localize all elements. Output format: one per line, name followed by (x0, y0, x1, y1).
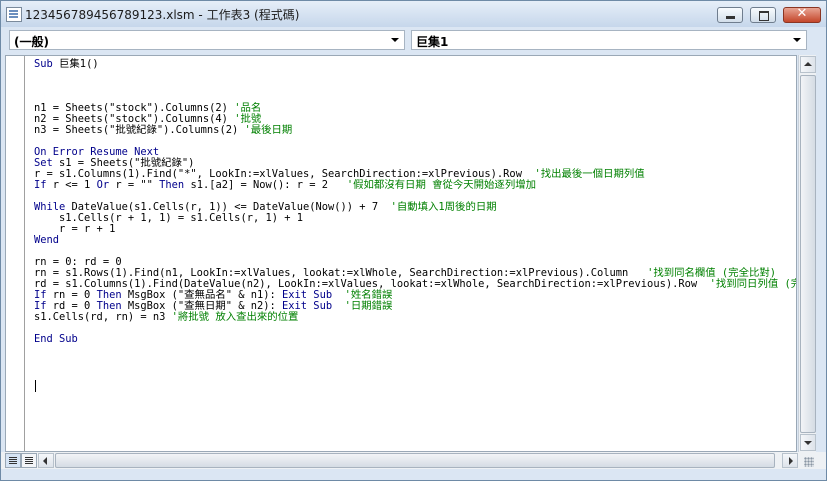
object-dropdown-value: (一般) (14, 35, 49, 49)
title-bar[interactable]: 123456789456789123.xlsm - 工作表3 (程式碼) ✕ (1, 1, 826, 27)
procedure-view-button[interactable] (5, 453, 21, 468)
code-line[interactable]: n3 = Sheets("批號紀錄").Columns(2) '最後日期 (34, 125, 292, 136)
indicator-margin[interactable] (6, 56, 25, 451)
code-text: s1.Cells(rd, rn) = n3 (34, 311, 172, 323)
code-keyword: Sub (34, 58, 60, 70)
procedure-dropdown-value: 巨集1 (416, 35, 449, 49)
close-button[interactable]: ✕ (783, 6, 821, 23)
minimize-button[interactable] (717, 7, 743, 23)
arrow-right-icon (789, 457, 793, 465)
resize-corner[interactable] (798, 452, 816, 469)
code-comment: '日期錯誤 (344, 300, 393, 312)
code-line[interactable]: End Sub (34, 334, 78, 345)
code-line[interactable]: Sub 巨集1() (34, 59, 99, 70)
code-keyword: Wend (34, 234, 60, 246)
close-icon: ✕ (796, 6, 808, 21)
code-line[interactable]: Wend (34, 235, 59, 246)
code-text: s1.[a2] = Now(): r = 2 (190, 179, 347, 191)
arrow-up-icon (804, 62, 812, 66)
combo-bar: (一般) 巨集1 (1, 27, 826, 54)
code-text: r = "" (115, 179, 160, 191)
code-comment: '找到同日列值 (完全 (709, 278, 796, 290)
code-comment: '自動填入1周後的日期 (390, 201, 497, 213)
window-title: 123456789456789123.xlsm - 工作表3 (程式碼) (25, 8, 300, 22)
full-module-view-icon (25, 457, 33, 458)
code-comment: '找出最後一個日期列值 (534, 168, 645, 180)
scroll-down-button[interactable] (800, 434, 816, 451)
horizontal-scrollbar[interactable] (38, 453, 798, 468)
full-module-view-button[interactable] (21, 453, 37, 468)
minimize-icon (726, 16, 735, 19)
code-keyword: If (34, 179, 53, 191)
arrow-left-icon (43, 457, 47, 465)
chevron-down-icon (391, 38, 399, 42)
code-area[interactable]: Sub 巨集1() n1 = Sheets("stock").Columns(2)… (34, 56, 796, 451)
vertical-scrollbar[interactable] (798, 55, 816, 452)
procedure-view-icon (9, 457, 17, 458)
arrow-down-icon (804, 441, 812, 445)
scroll-up-button[interactable] (800, 56, 816, 73)
code-text: r <= 1 (52, 179, 97, 191)
code-window-icon (6, 7, 22, 22)
code-keyword: Then (159, 179, 191, 191)
code-editor[interactable]: Sub 巨集1() n1 = Sheets("stock").Columns(2)… (5, 55, 797, 452)
bottom-bar (1, 452, 826, 469)
code-text: 巨集1() (59, 58, 99, 70)
chevron-down-icon (793, 38, 801, 42)
window-bottom-edge (1, 469, 826, 480)
code-text: n3 = Sheets("批號紀錄").Columns(2) (34, 124, 245, 136)
vba-code-window: 123456789456789123.xlsm - 工作表3 (程式碼) ✕ (… (0, 0, 827, 481)
procedure-dropdown[interactable]: 巨集1 (411, 30, 807, 50)
horizontal-scroll-thumb[interactable] (55, 453, 775, 468)
code-comment: '假如都沒有日期 會從今天開始逐列增加 (346, 179, 536, 191)
code-line[interactable]: s1.Cells(rd, rn) = n3 '將批號 放入查出來的位置 (34, 312, 298, 323)
code-comment: '最後日期 (244, 124, 293, 136)
scroll-left-button[interactable] (38, 453, 54, 468)
code-comment: '將批號 放入查出來的位置 (171, 311, 299, 323)
code-keyword: Or (96, 179, 116, 191)
text-caret (35, 380, 36, 392)
maximize-button[interactable] (750, 7, 776, 23)
scroll-right-button[interactable] (782, 453, 798, 468)
object-dropdown[interactable]: (一般) (9, 30, 405, 50)
resize-grip-icon (804, 457, 814, 467)
code-keyword: End Sub (34, 333, 78, 345)
maximize-icon (759, 11, 769, 21)
vertical-scroll-thumb[interactable] (800, 75, 816, 433)
code-line[interactable]: If r <= 1 Or r = "" Then s1.[a2] = Now()… (34, 180, 536, 191)
